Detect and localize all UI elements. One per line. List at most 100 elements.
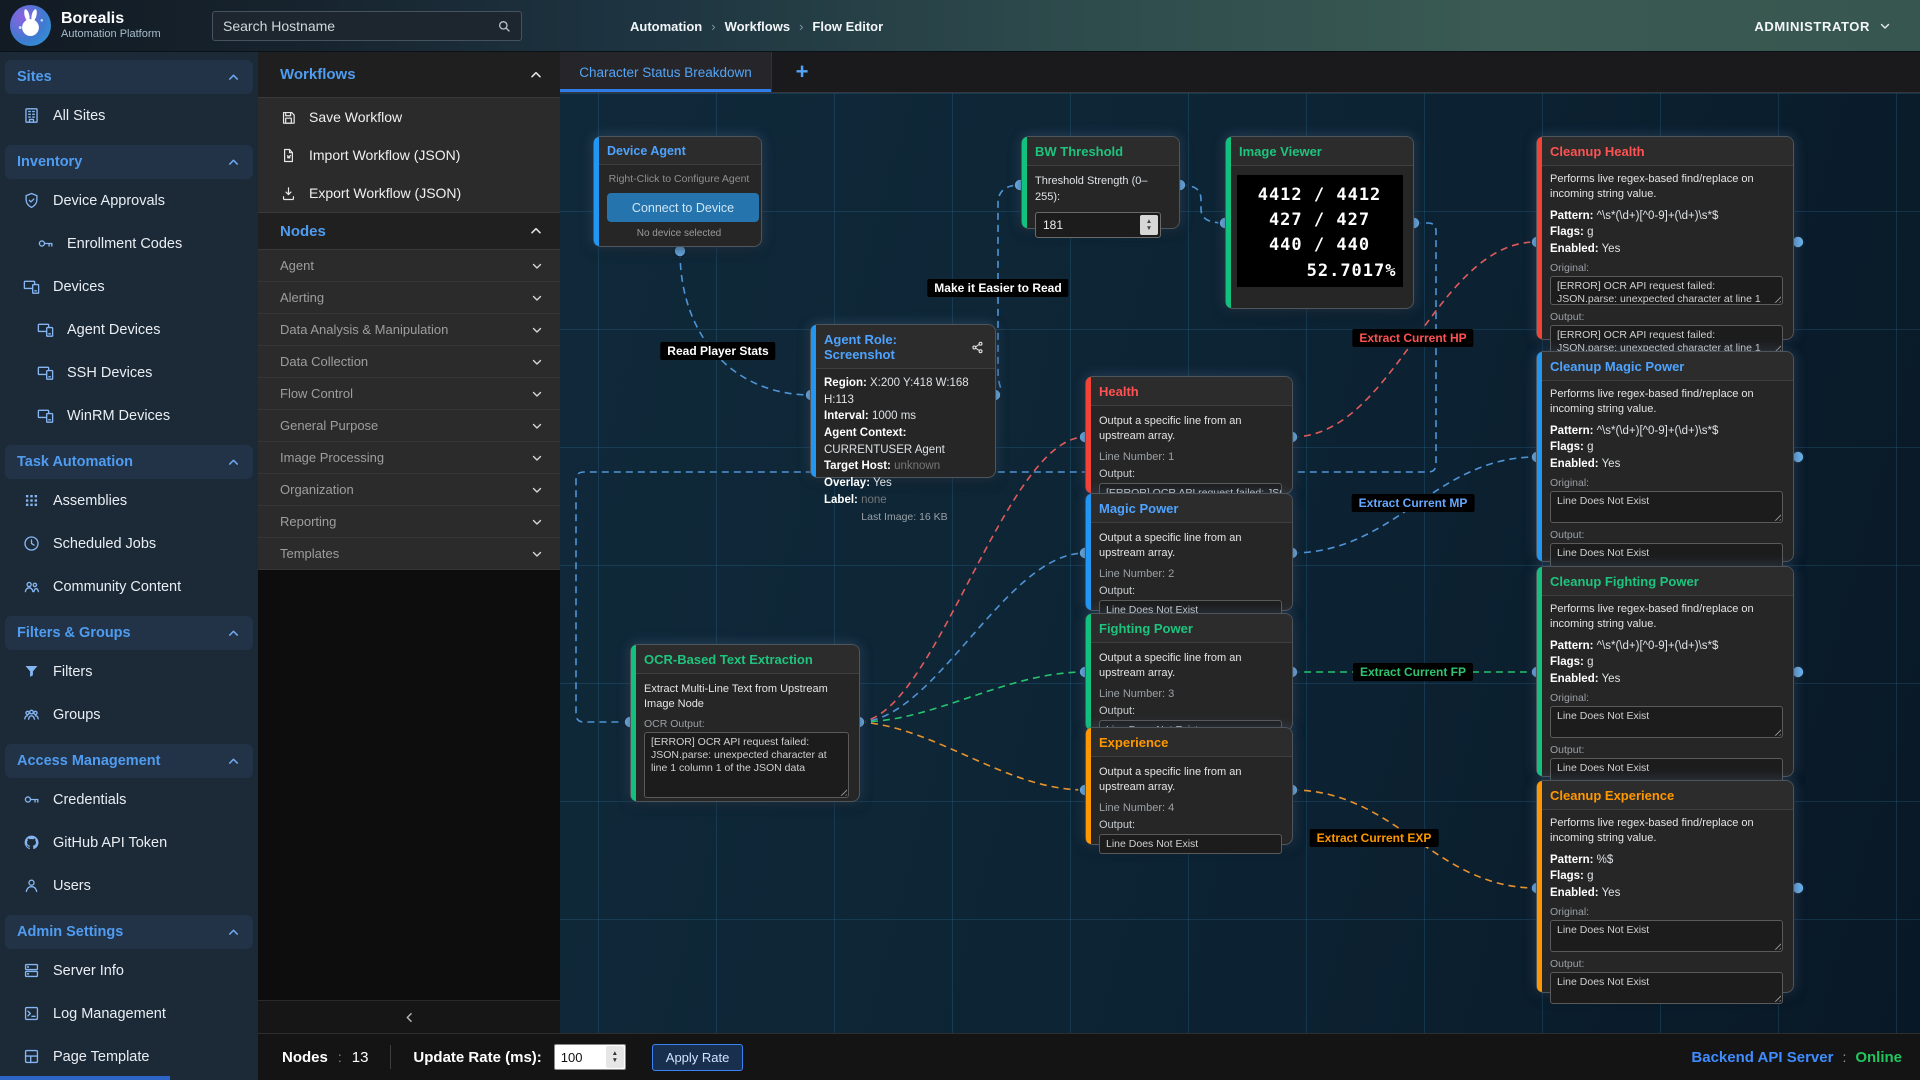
sidebar-section-access-management[interactable]: Access Management	[5, 744, 253, 778]
sidebar-item-filters[interactable]: Filters	[0, 650, 258, 693]
section-label: Access Management	[17, 753, 160, 769]
node-magic-power[interactable]: Magic Power Output a specific line from …	[1086, 494, 1292, 610]
sidebar-item-scheduled-jobs[interactable]: Scheduled Jobs	[0, 522, 258, 565]
connect-to-device-button[interactable]: Connect to Device	[607, 193, 759, 222]
sidebar-section-inventory[interactable]: Inventory	[5, 145, 253, 179]
sidebar-item-log-management[interactable]: Log Management	[0, 992, 258, 1035]
port-cleanup-magic-out[interactable]	[1792, 451, 1804, 463]
sidebar-item-server-info[interactable]: Server Info	[0, 949, 258, 992]
flags-label: Flags:	[1550, 441, 1584, 453]
sidebar-item-label: Agent Devices	[67, 322, 161, 338]
nodes-section-header[interactable]: Nodes	[258, 212, 560, 250]
port-cleanup-health-out[interactable]	[1792, 236, 1804, 248]
node-experience[interactable]: Experience Output a specific line from a…	[1086, 728, 1292, 844]
original-textarea[interactable]: Line Does Not Exist	[1550, 491, 1783, 523]
output-field[interactable]: Line Does Not Exist	[1099, 834, 1282, 854]
enabled-value: Yes	[1602, 458, 1621, 470]
search-icon[interactable]	[496, 18, 512, 34]
node-category-alerting[interactable]: Alerting	[258, 282, 560, 314]
node-health[interactable]: Health Output a specific line from an up…	[1086, 377, 1292, 493]
node-fighting-power[interactable]: Fighting Power Output a specific line fr…	[1086, 614, 1292, 730]
sidebar-section-sites[interactable]: Sites	[5, 60, 253, 94]
port-cleanup-fighting-out[interactable]	[1792, 666, 1804, 678]
top-header: Borealis Automation Platform Automation …	[0, 0, 1920, 52]
node-ocr-extraction[interactable]: OCR-Based Text Extraction Extract Multi-…	[631, 645, 859, 801]
sidebar-item-devices[interactable]: Devices	[0, 265, 258, 308]
sidebar-item-all-sites[interactable]: All Sites	[0, 94, 258, 137]
original-textarea[interactable]: [ERROR] OCR API request failed: JSON.par…	[1550, 276, 1783, 305]
port-cleanup-experience-out[interactable]	[1792, 882, 1804, 894]
node-cleanup-experience[interactable]: Cleanup Experience Performs live regex-b…	[1537, 781, 1793, 992]
workflows-section-header[interactable]: Workflows	[258, 52, 560, 98]
ocr-output-textarea[interactable]: [ERROR] OCR API request failed: JSON.par…	[644, 732, 849, 798]
node-category-image-processing[interactable]: Image Processing	[258, 442, 560, 474]
output-textarea[interactable]: Line Does Not Exist	[1550, 972, 1783, 1004]
sidebar-item-page-template[interactable]: Page Template	[0, 1035, 258, 1078]
sidebar-item-label: WinRM Devices	[67, 408, 170, 424]
collapse-panel-button[interactable]	[258, 1000, 560, 1033]
import-workflow-json-button[interactable]: Import Workflow (JSON)	[258, 136, 560, 174]
node-device-agent[interactable]: Device Agent Right-Click to Configure Ag…	[594, 137, 761, 246]
node-image-viewer[interactable]: Image Viewer 4412 / 4412 427 / 427 440 /…	[1226, 137, 1413, 308]
node-category-reporting[interactable]: Reporting	[258, 506, 560, 538]
node-desc: Performs live regex-based find/replace o…	[1550, 172, 1783, 202]
original-textarea[interactable]: Line Does Not Exist	[1550, 920, 1783, 952]
backend-label: Backend API Server	[1691, 1049, 1833, 1066]
node-category-agent[interactable]: Agent	[258, 250, 560, 282]
flow-canvas[interactable]: Device Agent Right-Click to Configure Ag…	[560, 93, 1920, 1033]
sidebar-item-enrollment-codes[interactable]: Enrollment Codes	[0, 222, 258, 265]
export-workflow-json-button[interactable]: Export Workflow (JSON)	[258, 174, 560, 212]
sidebar-item-github-api-token[interactable]: GitHub API Token	[0, 821, 258, 864]
backend-status-value: Online	[1855, 1049, 1902, 1066]
node-bw-threshold[interactable]: BW Threshold Threshold Strength (0–255):…	[1022, 137, 1179, 228]
threshold-input[interactable]: 181 ▲▼	[1035, 212, 1161, 238]
node-category-data-analysis-manipulation[interactable]: Data Analysis & Manipulation	[258, 314, 560, 346]
save-workflow-button[interactable]: Save Workflow	[258, 98, 560, 136]
node-title: Device Agent	[594, 137, 761, 165]
category-label: Data Analysis & Manipulation	[280, 322, 448, 337]
sidebar-section-admin-settings[interactable]: Admin Settings	[5, 915, 253, 949]
node-category-templates[interactable]: Templates	[258, 538, 560, 570]
sidebar-item-groups[interactable]: Groups	[0, 693, 258, 736]
workflow-actions: Save WorkflowImport Workflow (JSON)Expor…	[258, 98, 560, 212]
node-category-general-purpose[interactable]: General Purpose	[258, 410, 560, 442]
edge-label-extract-current-hp: Extract Current HP	[1352, 329, 1473, 347]
number-stepper[interactable]: ▲▼	[1140, 215, 1158, 235]
output-label: Output:	[1099, 585, 1282, 597]
breadcrumb-flow-editor[interactable]: Flow Editor	[812, 19, 883, 34]
sidebar-item-device-approvals[interactable]: Device Approvals	[0, 179, 258, 222]
devices-icon	[22, 277, 41, 296]
apply-rate-button[interactable]: Apply Rate	[652, 1044, 744, 1071]
sidebar-item-agent-devices[interactable]: Agent Devices	[0, 308, 258, 351]
sidebar-item-ssh-devices[interactable]: SSH Devices	[0, 351, 258, 394]
sidebar-section-task-automation[interactable]: Task Automation	[5, 445, 253, 479]
node-cleanup-fighting-power[interactable]: Cleanup Fighting Power Performs live reg…	[1537, 567, 1793, 776]
sidebar-item-winrm-devices[interactable]: WinRM Devices	[0, 394, 258, 437]
breadcrumb-automation[interactable]: Automation	[630, 19, 702, 34]
flags-value: g	[1587, 226, 1593, 238]
number-stepper[interactable]: ▲▼	[606, 1046, 624, 1068]
share-icon[interactable]	[970, 340, 985, 355]
sidebar-item-community-content[interactable]: Community Content	[0, 565, 258, 608]
node-agent-role-screenshot[interactable]: Agent Role: Screenshot Region: X:200 Y:4…	[811, 325, 995, 477]
output-textarea[interactable]: [ERROR] OCR API request failed: JSON.par…	[1550, 325, 1783, 354]
breadcrumb-workflows[interactable]: Workflows	[725, 19, 791, 34]
user-menu[interactable]: ADMINISTRATOR	[1754, 0, 1892, 52]
add-tab-button[interactable]: +	[772, 52, 832, 92]
sidebar-section-filters-groups[interactable]: Filters & Groups	[5, 616, 253, 650]
node-cleanup-magic-power[interactable]: Cleanup Magic Power Performs live regex-…	[1537, 352, 1793, 561]
node-category-organization[interactable]: Organization	[258, 474, 560, 506]
export-icon	[280, 185, 297, 202]
sidebar-item-users[interactable]: Users	[0, 864, 258, 907]
node-category-flow-control[interactable]: Flow Control	[258, 378, 560, 410]
original-textarea[interactable]: Line Does Not Exist	[1550, 706, 1783, 738]
update-rate-input[interactable]: 100 ▲▼	[554, 1044, 626, 1070]
chevron-up-icon	[226, 925, 241, 940]
sidebar-item-credentials[interactable]: Credentials	[0, 778, 258, 821]
tab-character-status-breakdown[interactable]: Character Status Breakdown	[560, 52, 772, 92]
node-cleanup-health[interactable]: Cleanup Health Performs live regex-based…	[1537, 137, 1793, 339]
node-category-data-collection[interactable]: Data Collection	[258, 346, 560, 378]
node-desc: Output a specific line from an upstream …	[1099, 765, 1282, 795]
search-input[interactable]	[213, 18, 496, 34]
sidebar-item-assemblies[interactable]: Assemblies	[0, 479, 258, 522]
